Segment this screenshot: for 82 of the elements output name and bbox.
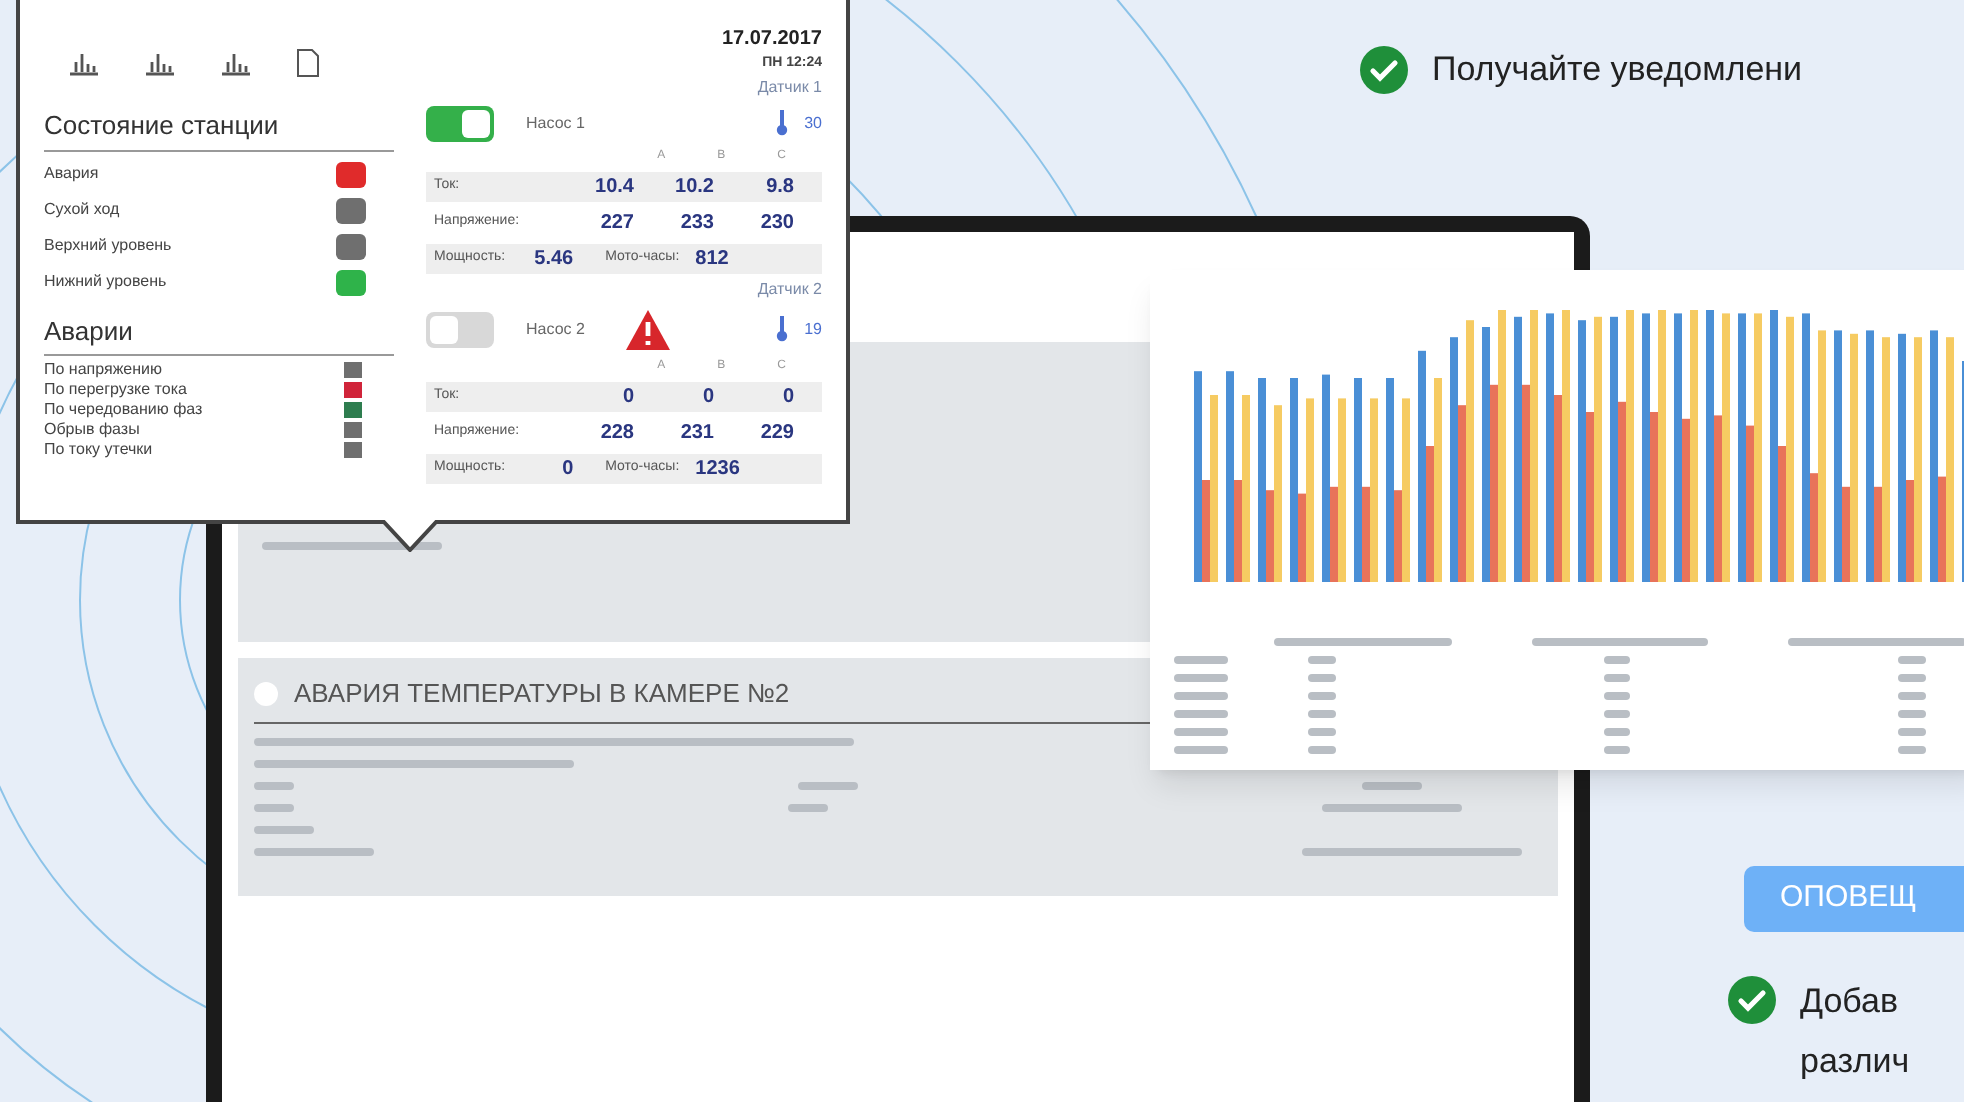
blurred-text-line [1308,674,1336,682]
notify-button[interactable]: ОПОВЕЩ [1744,866,1964,932]
blurred-text-line [1898,674,1926,682]
hours-value: 812 [695,245,729,273]
bar-chart-icon [220,48,252,76]
blurred-text-line [1174,746,1229,754]
reading-value: 0 [780,383,794,411]
power-value: 5.46 [532,245,574,273]
blurred-text-line [1603,674,1631,682]
reading-value: 229 [758,419,794,447]
reading-value: 0 [620,383,634,411]
temperature-value: 19 [804,317,822,341]
reading-value: 228 [598,419,634,447]
blurred-text-line [1898,692,1926,700]
blurred-text-line [254,847,374,855]
blurred-text-line [1174,710,1229,718]
blurred-text-line [1174,728,1229,736]
status-label: Авария [44,162,99,186]
feature-text: Добав [1800,980,1900,1024]
bar-chart-icon [68,48,100,76]
reading-value: 227 [598,209,634,237]
alarm-label: По току утечки [44,440,153,458]
thermometer-icon [776,110,789,136]
blurred-text-line [1898,746,1926,754]
blurred-text-line [1308,728,1336,736]
status-label: Сухой ход [44,198,120,222]
blurred-text-line [1603,710,1631,718]
reading-value: 10.2 [673,173,714,201]
section-title: АВАРИЯ ТЕМПЕРАТУРЫ В КАМЕРЕ №2 [294,676,790,712]
check-circle-icon [1360,45,1408,94]
blurred-text-line [1308,692,1336,700]
alarm-label: Обрыв фазы [44,420,140,438]
blurred-text-line [1603,746,1631,754]
blurred-text-line [1174,656,1229,664]
blurred-text-line [254,803,294,811]
sensor-label: Датчик 1 [757,75,822,99]
reading-value: 230 [758,209,794,237]
radio-button[interactable] [254,681,278,706]
bar-chart-icon [144,48,176,76]
thermometer-icon [776,316,789,342]
blurred-text-line [1603,728,1631,736]
reading-value: 233 [678,209,714,237]
blurred-text-line [254,781,294,789]
sensor-label: Датчик 2 [757,277,822,301]
date-text: 17.07.2017 [721,26,822,54]
blurred-text-line [1898,710,1926,718]
pump-name: Насос 2 [526,317,585,341]
pump-toggle[interactable] [426,105,494,141]
blurred-text-line [1174,674,1229,682]
blurred-text-line [1308,710,1336,718]
pump-toggle[interactable] [426,311,494,347]
alarm-label: По перегрузке тока [44,380,187,398]
blurred-text-line [1603,692,1631,700]
alarm-label: По напряжению [44,360,162,378]
blurred-text-line [1898,656,1926,664]
blurred-text-line [1174,692,1229,700]
reading-value: 9.8 [764,173,794,201]
temperature-value: 30 [804,111,822,135]
blurred-text-line [1308,656,1336,664]
hours-value: 1236 [695,455,740,483]
blurred-text-line [1308,746,1336,754]
blurred-text-line [1322,803,1462,811]
pump-name: Насос 1 [526,111,585,135]
section-heading: Состояние станции [44,106,394,151]
blurred-text-line [1898,728,1926,736]
blurred-text-line [1362,781,1422,789]
blurred-text-line [1603,656,1631,664]
blurred-text-line [254,825,314,833]
section-heading: Аварии [44,311,394,356]
blurred-text-line [788,803,828,811]
feature-text: Получайте уведомлени [1432,48,1803,92]
power-value: 0 [560,455,574,483]
document-icon [296,48,320,78]
feature-text: различ [1800,1040,1910,1084]
alarm-label: По чередованию фаз [44,400,203,418]
reading-value: 0 [700,383,714,411]
check-circle-icon [1728,976,1776,1024]
blurred-text-line [798,781,858,789]
reading-value: 10.4 [593,173,634,201]
status-label: Нижний уровень [44,270,167,294]
reading-value: 231 [678,419,714,447]
status-label: Верхний уровень [44,234,172,258]
